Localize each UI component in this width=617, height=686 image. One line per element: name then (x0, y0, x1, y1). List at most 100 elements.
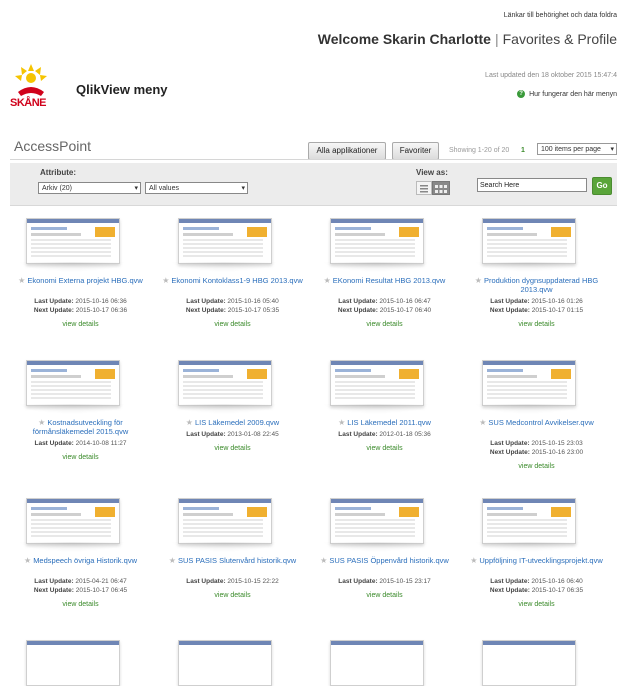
app-name-link[interactable]: ★ SUS PASIS Slutenvård historik.qvw (160, 556, 305, 565)
thumbnail-detail (31, 519, 111, 537)
view-details-link[interactable]: view details (160, 445, 305, 452)
app-thumbnail[interactable] (26, 360, 120, 406)
thumbnail-detail (551, 369, 571, 379)
thumbnail-shadow (322, 262, 430, 272)
view-details-link[interactable]: view details (160, 592, 305, 599)
view-details-link[interactable]: view details (464, 601, 609, 608)
values-select[interactable]: All values ▾ (145, 182, 248, 194)
app-thumbnail[interactable] (26, 218, 120, 264)
view-details-link[interactable]: view details (312, 321, 457, 328)
app-name-link[interactable]: ★ SUS Medcontrol Avvikelser.qvw (464, 418, 609, 427)
app-name-link[interactable]: ★ Medspeech övriga Historik.qvw (8, 556, 153, 565)
page-number[interactable]: 1 (521, 147, 525, 154)
thumbnail-detail (247, 369, 267, 379)
app-name: EKonomi Resultat HBG 2013.qvw (332, 276, 446, 285)
view-details-link[interactable]: view details (8, 321, 153, 328)
update-info: Last Update: 2013-01-08 22:45 (160, 431, 305, 438)
list-view-icon[interactable] (416, 181, 432, 195)
update-label: Last Update: (186, 431, 228, 438)
help-link[interactable]: ? Hur fungerar den här menyn (517, 90, 617, 98)
thumbnail-detail (27, 361, 119, 365)
view-details-link[interactable]: view details (8, 454, 153, 461)
thumbnail-detail (483, 361, 575, 365)
thumbnail-detail (183, 375, 233, 378)
favorite-star-icon[interactable]: ★ (38, 418, 45, 427)
view-details-link[interactable]: view details (464, 463, 609, 470)
view-details-link[interactable]: view details (312, 592, 457, 599)
favorite-star-icon[interactable]: ★ (24, 556, 31, 565)
view-details-link[interactable]: view details (312, 445, 457, 452)
app-name: Produktion dygnsuppdaterad HBG 2013.qvw (483, 276, 599, 294)
update-info: Last Update: 2015-10-16 01:26 (464, 298, 609, 305)
attribute-value: Arkiv (20) (42, 185, 72, 192)
app-name-link[interactable]: ★ LIS Läkemedel 2011.qvw (312, 418, 457, 427)
favorite-star-icon[interactable]: ★ (324, 276, 331, 285)
favorite-star-icon[interactable]: ★ (338, 418, 345, 427)
app-thumbnail[interactable] (178, 498, 272, 544)
thumbnail-detail (95, 507, 115, 517)
app-thumbnail[interactable] (178, 640, 272, 686)
app-title: QlikView meny (76, 82, 168, 97)
favorite-star-icon[interactable]: ★ (186, 418, 193, 427)
app-name-link[interactable]: ★ SUS PASIS Öppenvård historik.qvw (312, 556, 457, 565)
app-thumbnail[interactable] (482, 218, 576, 264)
app-thumbnail[interactable] (330, 218, 424, 264)
app-thumbnail[interactable] (26, 498, 120, 544)
search-input[interactable]: Search Here (477, 178, 587, 192)
app-thumbnail[interactable] (330, 360, 424, 406)
favorite-star-icon[interactable]: ★ (475, 276, 482, 285)
thumbnail-shadow (170, 262, 278, 272)
app-name-link[interactable]: ★ EKonomi Resultat HBG 2013.qvw (312, 276, 457, 285)
favorite-star-icon[interactable]: ★ (169, 556, 176, 565)
thumbnail-detail (247, 227, 267, 237)
app-thumbnail[interactable] (178, 360, 272, 406)
app-name-link[interactable]: ★ Produktion dygnsuppdaterad HBG 2013.qvw (464, 276, 609, 294)
thumbnail-detail (179, 499, 271, 503)
values-value: All values (149, 185, 179, 192)
app-thumbnail[interactable] (482, 640, 576, 686)
app-thumbnail[interactable] (178, 218, 272, 264)
app-name-link[interactable]: ★ LIS Läkemedel 2009.qvw (160, 418, 305, 427)
thumbnail-detail (487, 227, 523, 230)
update-info: Last Update: 2015-10-16 05:40 (160, 298, 305, 305)
view-details-link[interactable]: view details (8, 601, 153, 608)
attribute-select[interactable]: Arkiv (20) ▾ (38, 182, 141, 194)
thumbnail-detail (179, 641, 271, 645)
app-name-link[interactable]: ★ Uppföljning IT-utvecklingsprojekt.qvw (464, 556, 609, 565)
favorite-star-icon[interactable]: ★ (18, 276, 25, 285)
update-label: Last Update: (490, 578, 532, 585)
app-name-link[interactable]: ★ Kostnadsutveckling för förmånsläkemedel… (8, 418, 153, 436)
per-page-select[interactable]: 100 items per page ▾ (537, 143, 617, 155)
favorite-star-icon[interactable]: ★ (479, 418, 486, 427)
favorites-profile-link[interactable]: Favorites & Profile (503, 31, 617, 47)
update-value: 2015-04-21 06:47 (75, 578, 127, 585)
app-thumbnail[interactable] (330, 640, 424, 686)
top-links[interactable]: Länkar till behörighet och data foldra (504, 12, 617, 19)
update-value: 2015-10-17 06:45 (75, 587, 128, 594)
grid-view-icon[interactable] (432, 181, 450, 195)
favorite-star-icon[interactable]: ★ (162, 276, 169, 285)
go-button[interactable]: Go (592, 177, 612, 195)
thumbnail-detail (399, 507, 419, 517)
update-value: 2015-10-16 05:40 (227, 298, 279, 305)
favorite-star-icon[interactable]: ★ (470, 556, 477, 565)
app-thumbnail[interactable] (26, 640, 120, 686)
all-apps-button[interactable]: Alla applikationer (308, 142, 386, 160)
favorites-button[interactable]: Favoriter (392, 142, 439, 160)
update-info: Last Update: 2015-10-16 06:47 (312, 298, 457, 305)
view-details-link[interactable]: view details (160, 321, 305, 328)
update-info: Last Update: 2015-10-16 06:36 (8, 298, 153, 305)
update-label: Next Update: (33, 587, 76, 594)
app-thumbnail[interactable] (482, 498, 576, 544)
update-info: Next Update: 2015-10-17 06:35 (464, 587, 609, 594)
app-name-link[interactable]: ★ Ekonomi Kontoklass1-9 HBG 2013.qvw (160, 276, 305, 285)
app-thumbnail[interactable] (330, 498, 424, 544)
divider (10, 159, 617, 160)
thumbnail-detail (183, 519, 263, 537)
thumbnail-detail (183, 233, 233, 236)
app-name-link[interactable]: ★ Ekonomi Externa projekt HBG.qvw (8, 276, 153, 285)
favorite-star-icon[interactable]: ★ (320, 556, 327, 565)
app-thumbnail[interactable] (482, 360, 576, 406)
chevron-down-icon: ▾ (241, 185, 245, 192)
view-details-link[interactable]: view details (464, 321, 609, 328)
